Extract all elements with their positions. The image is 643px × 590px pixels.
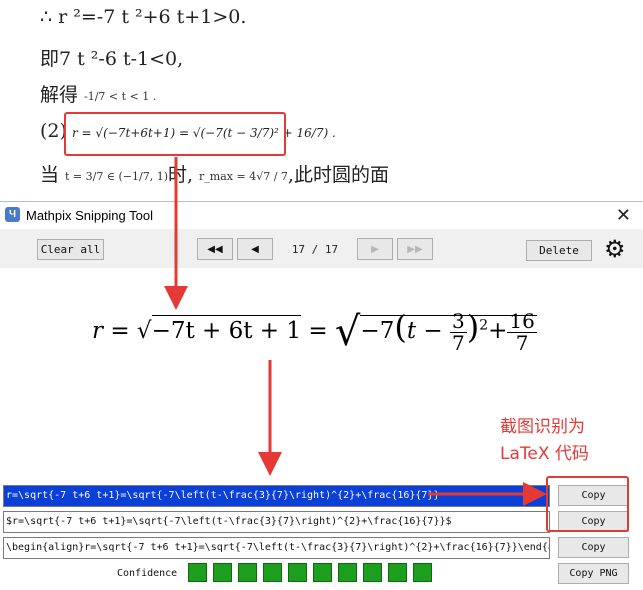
confidence-square (313, 563, 332, 582)
confidence-square (363, 563, 382, 582)
doc-line-5-mid: 时, (167, 164, 194, 186)
doc-line-5-tail: ,此时圆的面 (287, 164, 389, 186)
confidence-square (238, 563, 257, 582)
close-icon[interactable]: ✕ (616, 205, 631, 226)
formula-r: r (92, 318, 103, 344)
double-left-arrow-icon: ◀◀ (207, 243, 223, 255)
formula-frac2-num: 16 (507, 308, 537, 333)
background-document: ∴ r ²=-7 t ²+6 t+1>0. 即7 t ²-6 t-1<0, 解得… (0, 0, 643, 200)
confidence-square (338, 563, 357, 582)
formula-frac2-den: 7 (515, 330, 529, 355)
formula-square: 2 (479, 317, 489, 334)
annotation-caption: 截图识别为 LaTeX 代码 (500, 414, 589, 468)
next-snip-button[interactable]: ▶ (357, 238, 393, 260)
window-title: Mathpix Snipping Tool (26, 208, 153, 223)
last-snip-button[interactable]: ▶▶ (397, 238, 433, 260)
mathpix-logo-icon: Ч (5, 207, 20, 222)
formula-sqrt-1: −7t + 6t + 1 (151, 315, 302, 344)
confidence-square (413, 563, 432, 582)
right-arrow-icon: ▶ (371, 243, 379, 255)
doc-line-5: 当 t = 3/7 ∈ (−1/7, 1)时, r_max = 4√7 / 7,此时… (40, 160, 389, 187)
doc-line-3-label: 解得 (40, 84, 79, 106)
latex-output-row-1[interactable]: r=\sqrt{-7 t+6 t+1}=\sqrt{-7\left(t-\fra… (3, 485, 550, 507)
doc-line-2: 即7 t ²-6 t-1<0, (40, 48, 184, 70)
copy-button-3[interactable]: Copy (558, 537, 629, 558)
clear-all-button[interactable]: Clear all (37, 239, 104, 260)
doc-line-3: 解得 -1/7 < t < 1 . (40, 80, 156, 107)
formula-frac1-den: 7 (451, 330, 465, 355)
formula-minus: − (423, 318, 443, 344)
doc-line-1: ∴ r ²=-7 t ²+6 t+1>0. (40, 6, 247, 28)
page-indicator: 17 / 17 (291, 243, 339, 256)
double-right-arrow-icon: ▶▶ (407, 243, 423, 255)
formula-eq-1: = (110, 318, 130, 344)
doc-line-5-label: 当 (40, 164, 60, 186)
doc-line-5-math1: t = 3/7 ∈ (−1/7, 1) (65, 169, 168, 183)
formula-eq-2: = (308, 318, 328, 344)
formula-m7: −7 (360, 318, 395, 344)
latex-output-row-3[interactable]: \begin{align}r=\sqrt{-7 t+6 t+1}=\sqrt{-… (3, 537, 550, 559)
first-snip-button[interactable]: ◀◀ (197, 238, 233, 260)
annotation-line-1: 截图识别为 (500, 417, 585, 437)
toolbar: Clear all ◀◀ ◀ 17 / 17 ▶ ▶▶ Delete ⚙ (0, 229, 643, 268)
confidence-square (288, 563, 307, 582)
copy-png-button[interactable]: Copy PNG (558, 563, 629, 584)
formula-plus: + (488, 318, 508, 344)
gear-icon[interactable]: ⚙ (604, 235, 626, 263)
title-bar: Ч Mathpix Snipping Tool ✕ (0, 202, 643, 229)
annotation-line-2: LaTeX 代码 (500, 444, 589, 464)
confidence-label: Confidence (117, 568, 178, 579)
doc-line-4-label: (2) (40, 120, 67, 142)
formula-t: t (406, 318, 417, 344)
doc-line-5-math2: r_max = 4√7 / 7 (199, 169, 288, 183)
doc-line-3-math: -1/7 < t < 1 . (84, 89, 157, 103)
confidence-square (188, 563, 207, 582)
latex-output-row-2[interactable]: $r=\sqrt{-7 t+6 t+1}=\sqrt{-7\left(t-\fr… (3, 511, 550, 533)
mathpix-window: Ч Mathpix Snipping Tool ✕ Clear all ◀◀ ◀… (0, 201, 643, 590)
previous-snip-button[interactable]: ◀ (237, 238, 273, 260)
confidence-square (213, 563, 232, 582)
highlight-box (64, 112, 286, 156)
rendered-formula: r = √−7t + 6t + 1 = √−7(t − 3 7)2+ 16 7 (92, 308, 537, 355)
confidence-square (388, 563, 407, 582)
formula-frac1-num: 3 (449, 308, 467, 333)
copy-highlight-box (546, 476, 629, 532)
confidence-meter (188, 563, 432, 583)
delete-button[interactable]: Delete (526, 240, 592, 261)
confidence-square (263, 563, 282, 582)
left-arrow-icon: ◀ (251, 243, 259, 255)
